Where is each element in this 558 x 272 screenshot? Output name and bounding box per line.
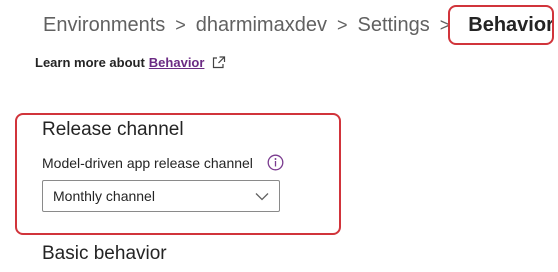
breadcrumb-separator: > xyxy=(439,14,451,35)
release-channel-field-label: Model-driven app release channel xyxy=(42,154,284,171)
breadcrumb-item-environment-name[interactable]: dharmimaxdev xyxy=(196,14,327,37)
release-channel-dropdown[interactable]: Monthly channel xyxy=(42,180,280,212)
release-channel-selected-value: Monthly channel xyxy=(53,188,155,204)
breadcrumb-item-settings[interactable]: Settings xyxy=(357,14,429,37)
breadcrumb-item-environments[interactable]: Environments xyxy=(43,14,165,37)
open-in-new-window-icon[interactable] xyxy=(212,56,226,69)
breadcrumb: Environments > dharmimaxdev > Settings >… xyxy=(43,9,558,41)
learn-more-link[interactable]: Behavior xyxy=(149,55,205,70)
breadcrumb-separator: > xyxy=(336,14,348,35)
breadcrumb-separator: > xyxy=(175,14,186,35)
behavior-settings-page: Environments > dharmimaxdev > Settings >… xyxy=(0,0,558,272)
release-channel-heading: Release channel xyxy=(42,119,184,140)
chevron-down-icon xyxy=(255,192,269,201)
info-icon[interactable] xyxy=(267,154,284,171)
release-channel-label-text: Model-driven app release channel xyxy=(42,154,253,171)
learn-more-prefix: Learn more about xyxy=(35,55,145,70)
basic-behavior-heading: Basic behavior xyxy=(42,243,167,264)
learn-more-line: Learn more about Behavior xyxy=(35,55,226,70)
breadcrumb-current-page: Behavior xyxy=(468,13,554,36)
